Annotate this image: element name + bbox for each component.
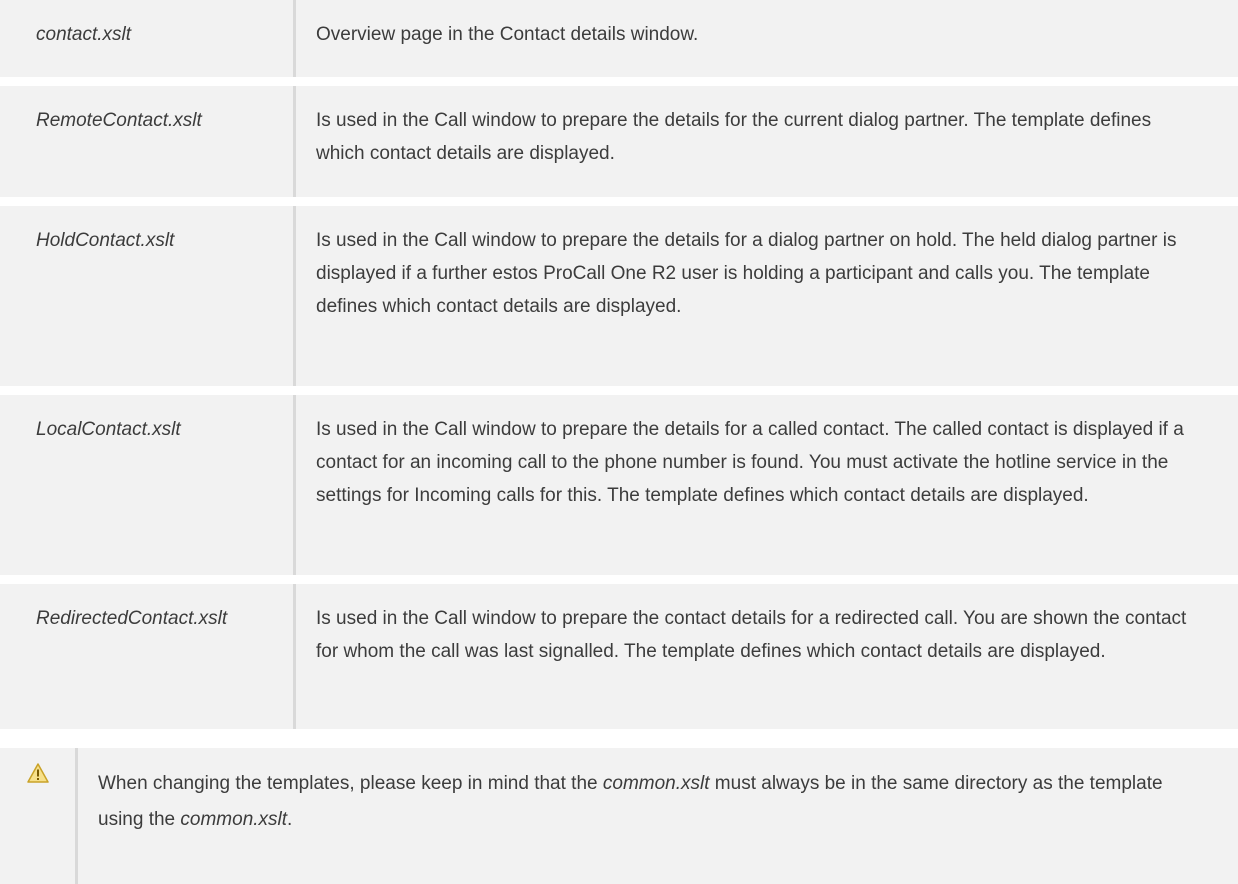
note-text-part: . bbox=[287, 809, 293, 830]
note-icon-column bbox=[0, 748, 78, 884]
warning-icon bbox=[27, 763, 49, 783]
description-cell: Is used in the Call window to prepare th… bbox=[296, 584, 1238, 729]
note-file-name: common.xslt bbox=[180, 809, 288, 830]
description-cell: Overview page in the Contact details win… bbox=[296, 0, 1238, 77]
description-cell: Is used in the Call window to prepare th… bbox=[296, 86, 1238, 197]
description-cell: Is used in the Call window to prepare th… bbox=[296, 395, 1238, 575]
warning-note: When changing the templates, please keep… bbox=[0, 748, 1238, 884]
file-name-cell: RemoteContact.xslt bbox=[0, 86, 296, 197]
description-cell: Is used in the Call window to prepare th… bbox=[296, 206, 1238, 386]
file-name-cell: HoldContact.xslt bbox=[0, 206, 296, 386]
file-name-cell: LocalContact.xslt bbox=[0, 395, 296, 575]
note-text: When changing the templates, please keep… bbox=[78, 748, 1238, 884]
file-name-cell: RedirectedContact.xslt bbox=[0, 584, 296, 729]
note-text-part: When changing the templates, please keep… bbox=[98, 773, 603, 794]
file-name-cell: contact.xslt bbox=[0, 0, 296, 77]
note-file-name: common.xslt bbox=[602, 773, 710, 794]
template-table: contact.xslt Overview page in the Contac… bbox=[0, 0, 1238, 729]
